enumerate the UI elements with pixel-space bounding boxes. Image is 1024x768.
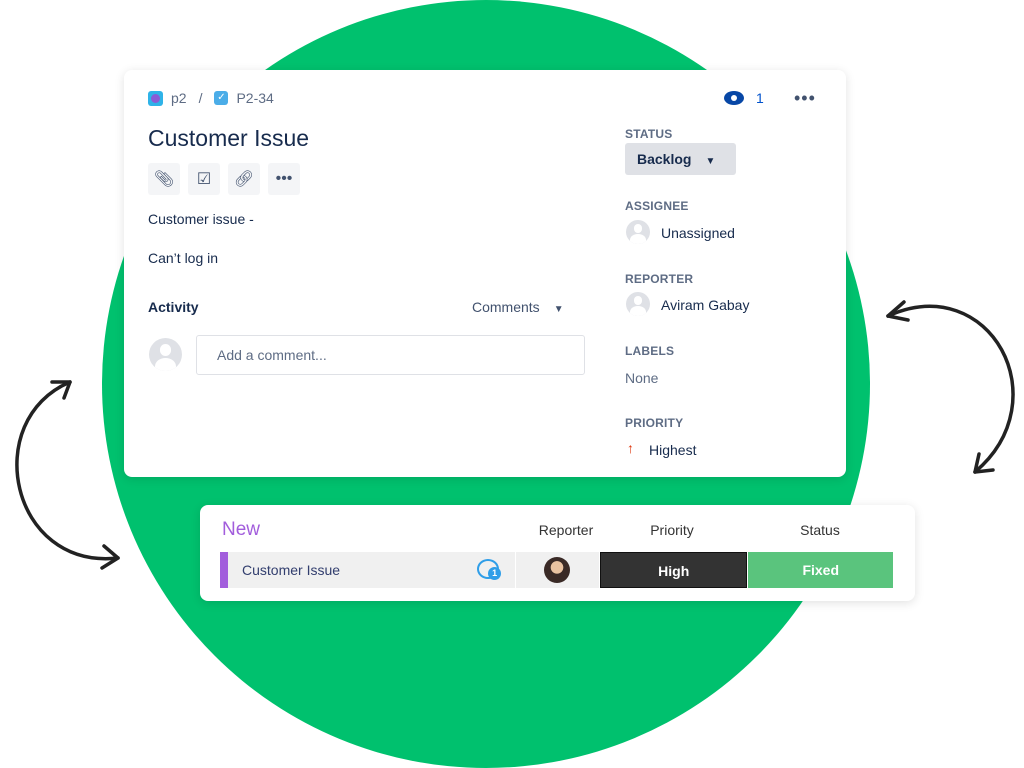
- breadcrumb-separator: /: [198, 90, 203, 106]
- status-dropdown[interactable]: Backlog ▼: [625, 143, 736, 175]
- reporter-cell[interactable]: [516, 552, 599, 588]
- eye-icon: [724, 91, 744, 105]
- labels-label: LABELS: [625, 344, 675, 358]
- column-header-status: Status: [800, 522, 840, 538]
- status-label: STATUS: [625, 127, 673, 141]
- attach-button[interactable]: 📎︎: [148, 163, 180, 195]
- priority-label: PRIORITY: [625, 416, 684, 430]
- task-checkbox-icon: ✓: [214, 91, 229, 105]
- issue-toolbar: 📎︎ ☑ 🔗︎ •••: [148, 163, 300, 195]
- issue-card: p2 / ✓ P2-34 Customer Issue 📎︎ ☑ 🔗︎ ••• …: [124, 70, 846, 477]
- assignee-label: ASSIGNEE: [625, 199, 689, 213]
- link-button[interactable]: 🔗︎: [228, 163, 260, 195]
- breadcrumb-issue-key[interactable]: P2-34: [236, 90, 273, 106]
- column-header-priority: Priority: [650, 522, 694, 538]
- more-icon: •••: [275, 170, 293, 187]
- column-header-reporter: Reporter: [538, 522, 594, 538]
- activity-heading: Activity: [148, 299, 199, 315]
- arrow-up-icon: ↑: [627, 440, 634, 456]
- watcher-count: 1: [756, 90, 764, 106]
- breadcrumb-project[interactable]: p2: [171, 90, 187, 106]
- issue-title[interactable]: Customer Issue: [148, 125, 309, 152]
- status-cell[interactable]: Fixed: [748, 552, 894, 588]
- breadcrumb: p2 / ✓ P2-34: [148, 90, 274, 106]
- subtask-button[interactable]: ☑: [188, 163, 220, 195]
- user-avatar: [149, 338, 182, 371]
- priority-value[interactable]: Highest: [649, 442, 696, 458]
- chevron-down-icon: ▼: [553, 304, 564, 315]
- group-title[interactable]: New: [222, 519, 260, 541]
- description-line: Can’t log in: [148, 250, 219, 266]
- reporter-label: REPORTER: [625, 272, 694, 286]
- project-icon: [148, 90, 163, 106]
- reporter-value[interactable]: Aviram Gabay: [661, 297, 749, 313]
- chevron-down-icon: ▼: [705, 156, 716, 167]
- comment-input[interactable]: Add a comment...: [196, 335, 585, 375]
- description-line: Customer issue -: [148, 211, 254, 227]
- assignee-avatar: [626, 220, 650, 244]
- right-arrow-icon: [886, 304, 1015, 474]
- activity-filter-dropdown[interactable]: Comments ▼: [472, 299, 564, 315]
- item-name-cell[interactable]: Customer Issue 1: [220, 552, 516, 588]
- assignee-value[interactable]: Unassigned: [661, 225, 735, 241]
- priority-cell[interactable]: High: [599, 552, 748, 588]
- subtask-icon: ☑: [196, 171, 212, 188]
- board-group: New Reporter Priority Status Customer Is…: [200, 505, 915, 601]
- comment-count: 1: [488, 567, 502, 580]
- item-name: Customer Issue: [242, 562, 341, 578]
- paperclip-icon: 📎︎: [153, 171, 175, 188]
- watch-button[interactable]: 1: [724, 90, 764, 106]
- status-value: Backlog: [637, 151, 692, 167]
- reporter-photo: [544, 557, 571, 583]
- more-options-button[interactable]: •••: [794, 88, 816, 109]
- link-icon: 🔗︎: [233, 171, 255, 188]
- table-row: Customer Issue 1 High Fixed: [220, 552, 894, 588]
- reporter-avatar: [626, 292, 650, 316]
- more-actions-button[interactable]: •••: [268, 163, 300, 195]
- activity-filter-label: Comments: [472, 299, 540, 315]
- labels-value[interactable]: None: [625, 370, 658, 386]
- left-arrow-icon: [15, 380, 120, 561]
